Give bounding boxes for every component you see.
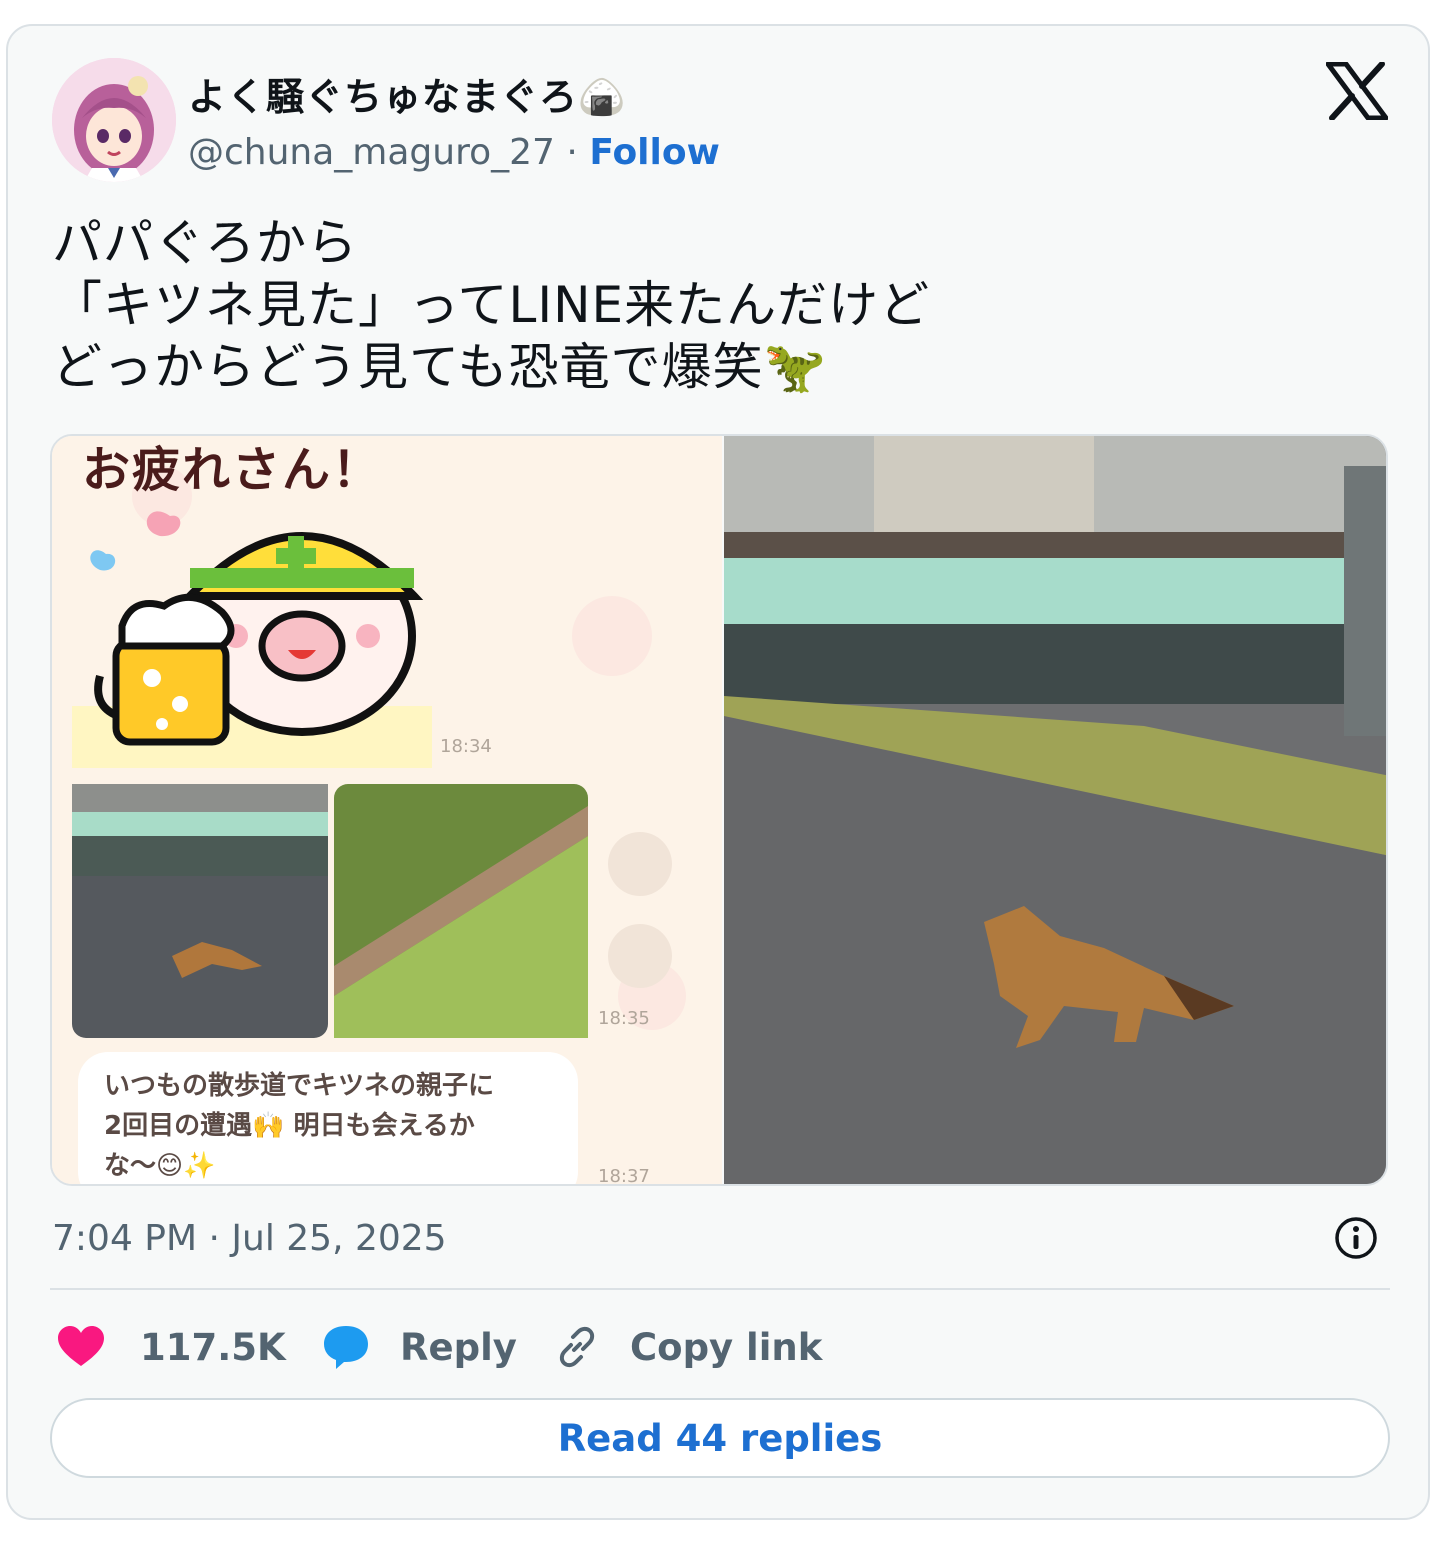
author-avatar[interactable] bbox=[52, 58, 176, 182]
like-button[interactable]: 117.5K bbox=[58, 1312, 286, 1382]
avatar-illustration bbox=[52, 58, 176, 182]
handle-separator: · bbox=[566, 132, 578, 173]
like-count: 117.5K bbox=[140, 1325, 286, 1369]
copy-link-button[interactable]: Copy link bbox=[554, 1312, 822, 1382]
copy-link-label: Copy link bbox=[630, 1325, 823, 1369]
chat-header-text: お疲れさん！ bbox=[82, 442, 383, 498]
info-icon[interactable] bbox=[1334, 1216, 1378, 1260]
follow-button[interactable]: Follow bbox=[589, 132, 720, 173]
chat-time-3: 18:37 bbox=[598, 1166, 650, 1186]
author-display-name[interactable]: よく騒ぐちゅなまぐろ🍙 bbox=[188, 66, 626, 121]
x-logo-icon[interactable] bbox=[1326, 62, 1388, 120]
tweet-timestamp[interactable]: 7:04 PM · Jul 25, 2025 bbox=[52, 1218, 447, 1259]
divider bbox=[50, 1288, 1390, 1290]
speech-bubble-icon bbox=[324, 1326, 368, 1369]
reply-label: Reply bbox=[400, 1325, 517, 1369]
tweet-text: パパぐろから 「キツネ見た」ってLINE来たんだけど どっからどう見ても恐竜で爆… bbox=[52, 214, 931, 396]
chat-time-2: 18:35 bbox=[598, 1008, 650, 1029]
animal-photo bbox=[724, 436, 1386, 1184]
chat-time-1: 18:34 bbox=[440, 736, 492, 757]
read-replies-label: Read 44 replies bbox=[557, 1416, 883, 1460]
animal-photo-graphic bbox=[724, 436, 1386, 1184]
read-replies-button[interactable]: Read 44 replies bbox=[50, 1398, 1390, 1478]
tweet-media[interactable]: お疲れさん！ 18:34 18:35 いつもの散歩道でキツネの親子に 2回目の遭… bbox=[50, 434, 1388, 1186]
action-bar: 117.5K Reply Copy link bbox=[50, 1312, 1390, 1382]
author-handle[interactable]: @chuna_maguro_27 bbox=[188, 132, 555, 173]
heart-icon bbox=[58, 1326, 104, 1366]
chat-message: いつもの散歩道でキツネの親子に 2回目の遭遇🙌 明日も会えるか な〜😊✨ bbox=[104, 1071, 495, 1181]
tweet-card: よく騒ぐちゅなまぐろ🍙 @chuna_maguro_27 · Follow パパ… bbox=[6, 24, 1430, 1520]
line-chat-screenshot: お疲れさん！ 18:34 18:35 いつもの散歩道でキツネの親子に 2回目の遭… bbox=[52, 436, 722, 1186]
link-icon bbox=[559, 1326, 595, 1368]
author-handle-row: @chuna_maguro_27 · Follow bbox=[188, 132, 720, 173]
reply-button[interactable]: Reply bbox=[322, 1312, 517, 1382]
